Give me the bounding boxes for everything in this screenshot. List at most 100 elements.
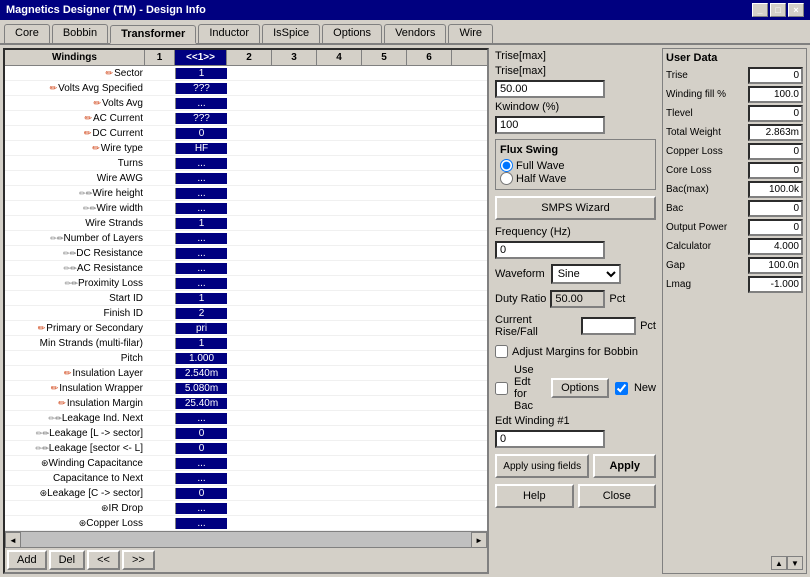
edt-winding-input[interactable] <box>495 430 605 448</box>
ud-field-input[interactable] <box>748 219 803 236</box>
header-col-1[interactable]: 1 <box>145 50 175 65</box>
table-row[interactable]: ✏DC Current0 <box>5 126 487 141</box>
ud-field-input[interactable] <box>748 276 803 293</box>
close-main-button[interactable]: Close <box>578 484 657 508</box>
ud-field-input[interactable] <box>748 200 803 217</box>
halfwave-radio[interactable] <box>500 172 513 185</box>
table-row[interactable]: ✏AC Current??? <box>5 111 487 126</box>
row-label: ✏Wire type <box>5 143 145 154</box>
pencil2-icon: ✏ <box>42 429 49 438</box>
tab-bobbin[interactable]: Bobbin <box>52 24 108 43</box>
minimize-button[interactable]: _ <box>752 3 768 17</box>
apply-button[interactable]: Apply <box>593 454 656 478</box>
header-col-6[interactable]: 5 <box>362 50 407 65</box>
table-row[interactable]: ⊛Copper Loss... <box>5 516 487 531</box>
ud-field-input[interactable] <box>748 257 803 274</box>
row-label: Finish ID <box>5 308 145 319</box>
next-button[interactable]: >> <box>122 550 155 570</box>
add-button[interactable]: Add <box>7 550 47 570</box>
ud-field-input[interactable] <box>748 105 803 122</box>
header-col-2[interactable]: <<1>> <box>175 50 227 65</box>
table-row[interactable]: ✏✏Leakage [sector <- L]0 <box>5 441 487 456</box>
pencil-icon: ✏ <box>48 414 55 423</box>
header-col-7[interactable]: 6 <box>407 50 452 65</box>
row-label: ✏✏Leakage [sector <- L] <box>5 443 145 454</box>
ud-field-input[interactable] <box>748 143 803 160</box>
kwindow-input[interactable] <box>495 116 605 134</box>
table-row[interactable]: Min Strands (multi-filar)1 <box>5 336 487 351</box>
table-row[interactable]: ✏Insulation Wrapper5.080m <box>5 381 487 396</box>
use-edt-checkbox[interactable] <box>495 382 508 395</box>
scroll-right[interactable]: ► <box>471 532 487 548</box>
table-row[interactable]: ⊛Winding Capacitance... <box>5 456 487 471</box>
table-row[interactable]: ✏Sector1 <box>5 66 487 81</box>
tab-core[interactable]: Core <box>4 24 50 43</box>
table-row[interactable]: Start ID1 <box>5 291 487 306</box>
ud-field-input[interactable] <box>748 181 803 198</box>
horizontal-scrollbar[interactable]: ◄► <box>5 531 487 547</box>
table-row[interactable]: ✏✏Wire width... <box>5 201 487 216</box>
tab-isspice[interactable]: IsSpice <box>262 24 320 43</box>
del-button[interactable]: Del <box>49 550 86 570</box>
row-label: Min Strands (multi-filar) <box>5 338 145 349</box>
options-button[interactable]: Options <box>551 378 609 398</box>
waveform-select[interactable]: SineSquareTriangle <box>551 264 621 284</box>
table-row[interactable]: ✏Primary or Secondarypri <box>5 321 487 336</box>
frequency-input[interactable] <box>495 241 605 259</box>
table-row[interactable]: Turns... <box>5 156 487 171</box>
tab-wire[interactable]: Wire <box>448 24 493 43</box>
table-row[interactable]: ✏Insulation Margin25.40m <box>5 396 487 411</box>
ud-field-input[interactable] <box>748 86 803 103</box>
table-row[interactable]: Pitch1.000 <box>5 351 487 366</box>
tab-options[interactable]: Options <box>322 24 382 43</box>
scroll-left[interactable]: ◄ <box>5 532 21 548</box>
tab-inductor[interactable]: Inductor <box>198 24 260 43</box>
table-row[interactable]: ✏Volts Avg... <box>5 96 487 111</box>
table-row[interactable]: Finish ID2 <box>5 306 487 321</box>
row-label: Turns <box>5 158 145 169</box>
table-row[interactable]: Capacitance to Next... <box>5 471 487 486</box>
table-row[interactable]: ✏✏Wire height... <box>5 186 487 201</box>
table-row[interactable]: ✏Wire typeHF <box>5 141 487 156</box>
apply-using-fields-button[interactable]: Apply using fields <box>495 454 589 478</box>
duty-ratio-input[interactable] <box>550 290 605 308</box>
table-row[interactable]: Wire Strands1 <box>5 216 487 231</box>
table-row[interactable]: ✏✏Number of Layers... <box>5 231 487 246</box>
trise-max-label: Trise[max] <box>495 65 656 77</box>
prev-button[interactable]: << <box>87 550 120 570</box>
fullwave-radio[interactable] <box>500 159 513 172</box>
table-row[interactable]: ⊛IR Drop... <box>5 501 487 516</box>
header-col-3[interactable]: 2 <box>227 50 272 65</box>
ud-field-input[interactable] <box>748 124 803 141</box>
table-row[interactable]: ✏Volts Avg Specified??? <box>5 81 487 96</box>
help-button[interactable]: Help <box>495 484 574 508</box>
table-row[interactable]: ✏✏Proximity Loss... <box>5 276 487 291</box>
scroll-track[interactable] <box>21 532 471 547</box>
table-row[interactable]: ✏✏DC Resistance... <box>5 246 487 261</box>
ud-field-input[interactable] <box>748 238 803 255</box>
table-row[interactable]: ✏✏AC Resistance... <box>5 261 487 276</box>
row-label: Pitch <box>5 353 145 364</box>
row-label: ✏✏DC Resistance <box>5 248 145 259</box>
smps-wizard-button[interactable]: SMPS Wizard <box>495 196 656 220</box>
maximize-button[interactable]: □ <box>770 3 786 17</box>
tab-vendors[interactable]: Vendors <box>384 24 446 43</box>
close-button[interactable]: × <box>788 3 804 17</box>
header-col-4[interactable]: 3 <box>272 50 317 65</box>
new-checkbox[interactable] <box>615 382 628 395</box>
ud-scroll-down[interactable]: ▼ <box>787 556 803 570</box>
tab-transformer[interactable]: Transformer <box>110 25 196 44</box>
current-rise-input[interactable] <box>581 317 636 335</box>
trise-max-input[interactable] <box>495 80 605 98</box>
ud-scroll-up[interactable]: ▲ <box>771 556 787 570</box>
ud-field-input[interactable] <box>748 67 803 84</box>
adjust-margins-checkbox[interactable] <box>495 345 508 358</box>
table-row[interactable]: ✏✏Leakage [L -> sector]0 <box>5 426 487 441</box>
table-row[interactable]: ✏✏Leakage Ind. Next... <box>5 411 487 426</box>
table-row[interactable]: ✏Insulation Layer2.540m <box>5 366 487 381</box>
table-row[interactable]: ⊛Leakage [C -> sector]0 <box>5 486 487 501</box>
table-row[interactable]: Wire AWG... <box>5 171 487 186</box>
header-col-5[interactable]: 4 <box>317 50 362 65</box>
ud-field-row: Lmag <box>666 276 803 293</box>
ud-field-input[interactable] <box>748 162 803 179</box>
